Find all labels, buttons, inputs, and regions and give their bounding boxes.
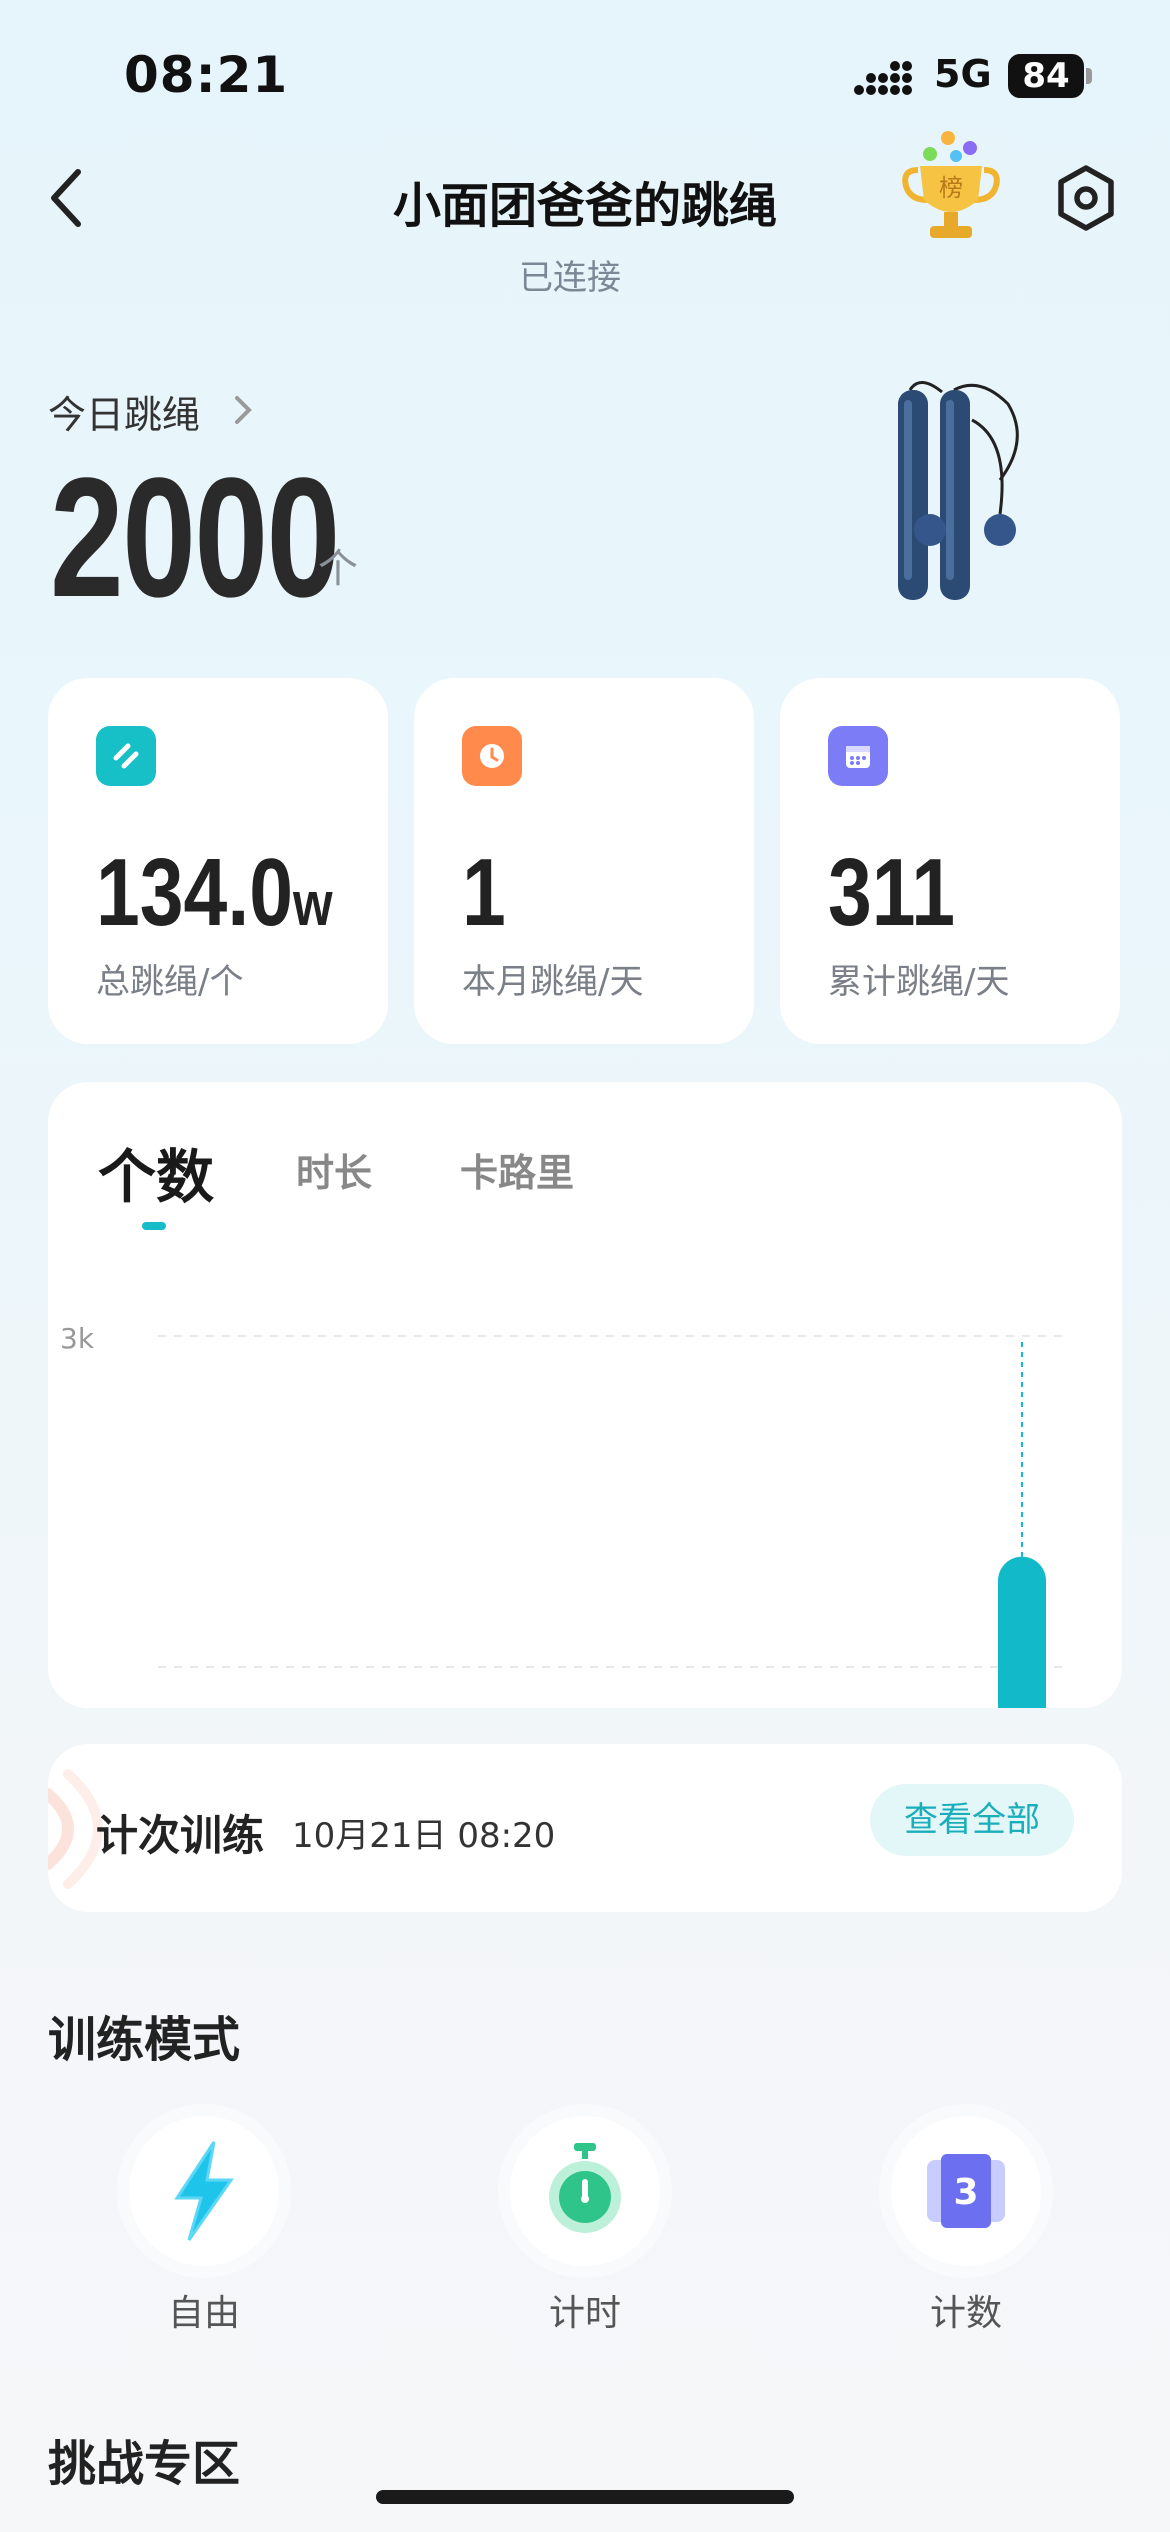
mode-timed[interactable]: 计时 <box>505 2116 665 2336</box>
mode-circle[interactable] <box>510 2116 660 2266</box>
battery-icon: 84 <box>1008 54 1092 98</box>
today-label[interactable]: 今日跳绳 <box>48 384 200 439</box>
status-time: 08:21 <box>124 46 289 104</box>
stat-card-total[interactable]: 134.0w 总跳绳/个 <box>48 678 388 1044</box>
y-tick-label: 3k <box>60 1322 95 1355</box>
clock-icon <box>462 726 522 786</box>
record-time: 10月21日 08:20 <box>292 1816 556 1856</box>
view-all-button[interactable]: 查看全部 <box>870 1784 1074 1856</box>
lightning-icon <box>174 2141 234 2241</box>
today-count: 2000 <box>50 443 340 633</box>
stat-value: 311 <box>828 839 955 946</box>
stat-value: 1 <box>462 839 506 946</box>
stat-label: 总跳绳/个 <box>96 962 244 1002</box>
bar <box>998 1556 1046 1708</box>
mode-label: 自由 <box>167 2293 240 2334</box>
mode-count[interactable]: 3 计数 <box>886 2116 1046 2336</box>
counter-icon: 3 <box>927 2154 1005 2228</box>
battery-level: 84 <box>1022 56 1070 96</box>
stat-label: 本月跳绳/天 <box>462 962 644 1002</box>
stat-value: 134.0w <box>96 839 333 946</box>
mode-circle[interactable] <box>129 2116 279 2266</box>
trophy-icon[interactable]: 榜 <box>896 126 1006 242</box>
mode-circle[interactable]: 3 <box>891 2116 1041 2266</box>
stat-card-cumulative[interactable]: 311 累计跳绳/天 <box>780 678 1120 1044</box>
stat-card-month[interactable]: 1 本月跳绳/天 <box>414 678 754 1044</box>
network-label: 5G <box>934 52 992 96</box>
training-title: 训练模式 <box>48 2012 241 2068</box>
signal-icon <box>854 61 912 95</box>
mode-label: 计时 <box>548 2293 621 2334</box>
bar-chart: 03k二三四五六日2000个今 <box>60 1322 1068 1708</box>
stopwatch-icon <box>549 2143 621 2233</box>
settings-icon[interactable] <box>1054 164 1118 232</box>
home-indicator <box>376 2490 794 2504</box>
today-unit: 个 <box>318 546 358 592</box>
connection-status: 已连接 <box>519 258 621 298</box>
calendar-icon <box>828 726 888 786</box>
record-title: 计次训练 <box>96 1811 265 1860</box>
chart-card: 个数 时长 卡路里 03k二三四五六日2000个今 <box>48 1082 1122 1708</box>
rope-icon <box>96 726 156 786</box>
mode-free[interactable]: 自由 <box>124 2116 284 2336</box>
challenge-title: 挑战专区 <box>48 2436 241 2492</box>
trophy-label: 榜 <box>939 174 963 202</box>
svg-text:3: 3 <box>953 2172 978 2213</box>
mode-label: 计数 <box>929 2293 1002 2334</box>
jump-rope-image <box>898 381 1019 600</box>
record-card[interactable]: 计次训练 10月21日 08:20 查看全部 <box>48 1744 1122 1912</box>
stat-label: 累计跳绳/天 <box>828 962 1010 1002</box>
chevron-right-icon[interactable] <box>232 392 254 428</box>
